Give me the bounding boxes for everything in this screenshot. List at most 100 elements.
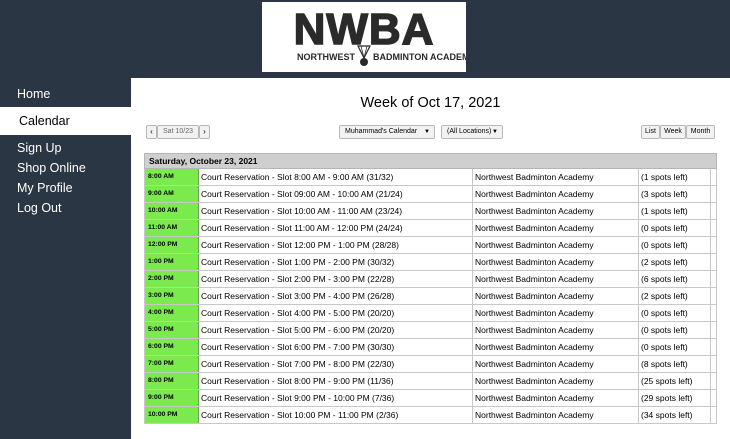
page-title: Week of Oct 17, 2021 [360,95,501,111]
location-select-value: (All Locations) [447,128,492,135]
location-cell: Northwest Badminton Academy [473,390,639,406]
location-cell: Northwest Badminton Academy [473,322,639,338]
table-row[interactable]: 11:00 AM Court Reservation - Slot 11:00 A… [144,220,717,237]
sidebar-item-home[interactable]: Home [0,84,131,104]
spots-left-cell: (0 spots left) [639,339,711,355]
event-title-cell[interactable]: Court Reservation - Slot 8:00 AM - 9:00 … [199,169,473,185]
time-cell: 9:00 AM [145,186,199,202]
time-cell: 2:00 PM [145,271,199,287]
spots-left-cell: (8 spots left) [639,356,711,372]
calendar-select[interactable]: Muhammad's Calendar ▼ [339,125,435,139]
table-row[interactable]: 10:00 AM Court Reservation - Slot 10:00 A… [144,203,717,220]
logo-subtitle-left: NORTHWEST [297,52,355,62]
event-title-cell[interactable]: Court Reservation - Slot 1:00 PM - 2:00 … [199,254,473,270]
spots-left-cell: (2 spots left) [639,288,711,304]
table-row[interactable]: 5:00 PM Court Reservation - Slot 5:00 PM … [144,322,717,339]
spots-left-cell: (0 spots left) [639,322,711,338]
table-row[interactable]: 3:00 PM Court Reservation - Slot 3:00 PM … [144,288,717,305]
location-cell: Northwest Badminton Academy [473,169,639,185]
event-title-cell[interactable]: Court Reservation - Slot 7:00 PM - 8:00 … [199,356,473,372]
spots-left-cell: (34 spots left) [639,407,711,423]
spots-left-cell: (0 spots left) [639,305,711,321]
next-day-button[interactable]: › [199,125,210,139]
event-title-cell[interactable]: Court Reservation - Slot 5:00 PM - 6:00 … [199,322,473,338]
chevron-down-icon: ▼ [424,129,430,135]
location-cell: Northwest Badminton Academy [473,237,639,253]
location-cell: Northwest Badminton Academy [473,220,639,236]
spots-left-cell: (29 spots left) [639,390,711,406]
location-cell: Northwest Badminton Academy [473,407,639,423]
chevron-down-icon: ▼ [492,129,498,135]
day-header: Saturday, October 23, 2021 [144,153,717,169]
time-cell: 8:00 AM [145,169,199,185]
time-cell: 6:00 PM [145,339,199,355]
spots-left-cell: (0 spots left) [639,220,711,236]
event-title-cell[interactable]: Court Reservation - Slot 11:00 AM - 12:0… [199,220,473,236]
location-cell: Northwest Badminton Academy [473,271,639,287]
location-cell: Northwest Badminton Academy [473,305,639,321]
time-cell: 10:00 PM [145,407,199,423]
event-title-cell[interactable]: Court Reservation - Slot 2:00 PM - 3:00 … [199,271,473,287]
event-title-cell[interactable]: Court Reservation - Slot 9:00 PM - 10:00… [199,390,473,406]
time-cell: 9:00 PM [145,390,199,406]
view-week-button[interactable]: Week [660,125,686,139]
site-header: NWBA NORTHWEST BADMINTON ACADEMY [0,0,730,78]
location-cell: Northwest Badminton Academy [473,186,639,202]
event-title-cell[interactable]: Court Reservation - Slot 09:00 AM - 10:0… [199,186,473,202]
spots-left-cell: (3 spots left) [639,186,711,202]
location-cell: Northwest Badminton Academy [473,356,639,372]
table-row[interactable]: 1:00 PM Court Reservation - Slot 1:00 PM … [144,254,717,271]
table-row[interactable]: 9:00 PM Court Reservation - Slot 9:00 PM … [144,390,717,407]
table-row[interactable]: 2:00 PM Court Reservation - Slot 2:00 PM … [144,271,717,288]
spots-left-cell: (1 spots left) [639,169,711,185]
time-cell: 8:00 PM [145,373,199,389]
main-content: Week of Oct 17, 2021 ‹ Sat 10/23 › Muham… [131,78,730,439]
time-cell: 3:00 PM [145,288,199,304]
table-row[interactable]: 8:00 AM Court Reservation - Slot 8:00 AM … [144,169,717,186]
time-cell: 11:00 AM [145,220,199,236]
time-cell: 1:00 PM [145,254,199,270]
nwba-logo[interactable]: NWBA NORTHWEST BADMINTON ACADEMY [262,2,466,72]
location-cell: Northwest Badminton Academy [473,288,639,304]
view-list-button[interactable]: List [641,125,660,139]
location-cell: Northwest Badminton Academy [473,203,639,219]
location-cell: Northwest Badminton Academy [473,339,639,355]
spots-left-cell: (0 spots left) [639,237,711,253]
location-cell: Northwest Badminton Academy [473,373,639,389]
event-title-cell[interactable]: Court Reservation - Slot 3:00 PM - 4:00 … [199,288,473,304]
spots-left-cell: (2 spots left) [639,254,711,270]
spots-left-cell: (1 spots left) [639,203,711,219]
view-month-button[interactable]: Month [686,125,715,139]
table-row[interactable]: 10:00 PM Court Reservation - Slot 10:00 P… [144,407,717,424]
table-row[interactable]: 7:00 PM Court Reservation - Slot 7:00 PM … [144,356,717,373]
calendar-select-value: Muhammad's Calendar [345,128,418,135]
event-title-cell[interactable]: Court Reservation - Slot 10:00 PM - 11:0… [199,407,473,423]
time-cell: 4:00 PM [145,305,199,321]
table-row[interactable]: 4:00 PM Court Reservation - Slot 4:00 PM … [144,305,717,322]
location-cell: Northwest Badminton Academy [473,254,639,270]
spots-left-cell: (25 spots left) [639,373,711,389]
schedule-table: Saturday, October 23, 2021 8:00 AM Court … [144,153,717,424]
event-title-cell[interactable]: Court Reservation - Slot 12:00 PM - 1:00… [199,237,473,253]
sidebar-item-sign-up[interactable]: Sign Up [0,138,131,158]
event-title-cell[interactable]: Court Reservation - Slot 6:00 PM - 7:00 … [199,339,473,355]
table-row[interactable]: 12:00 PM Court Reservation - Slot 12:00 P… [144,237,717,254]
prev-day-button[interactable]: ‹ [146,125,157,139]
time-cell: 10:00 AM [145,203,199,219]
shuttlecock-icon [357,45,371,66]
event-title-cell[interactable]: Court Reservation - Slot 10:00 AM - 11:0… [199,203,473,219]
table-row[interactable]: 8:00 PM Court Reservation - Slot 8:00 PM … [144,373,717,390]
sidebar-item-my-profile[interactable]: My Profile [0,178,131,198]
sidebar-item-calendar[interactable]: Calendar [0,107,131,135]
spots-left-cell: (6 spots left) [639,271,711,287]
time-cell: 12:00 PM [145,237,199,253]
date-picker-button[interactable]: Sat 10/23 [157,125,199,139]
location-select[interactable]: (All Locations) ▼ [441,125,503,139]
event-title-cell[interactable]: Court Reservation - Slot 8:00 PM - 9:00 … [199,373,473,389]
sidebar-nav: Home Calendar Sign Up Shop Online My Pro… [0,78,131,439]
table-row[interactable]: 9:00 AM Court Reservation - Slot 09:00 AM… [144,186,717,203]
event-title-cell[interactable]: Court Reservation - Slot 4:00 PM - 5:00 … [199,305,473,321]
sidebar-item-log-out[interactable]: Log Out [0,198,131,218]
sidebar-item-shop-online[interactable]: Shop Online [0,158,131,178]
table-row[interactable]: 6:00 PM Court Reservation - Slot 6:00 PM … [144,339,717,356]
